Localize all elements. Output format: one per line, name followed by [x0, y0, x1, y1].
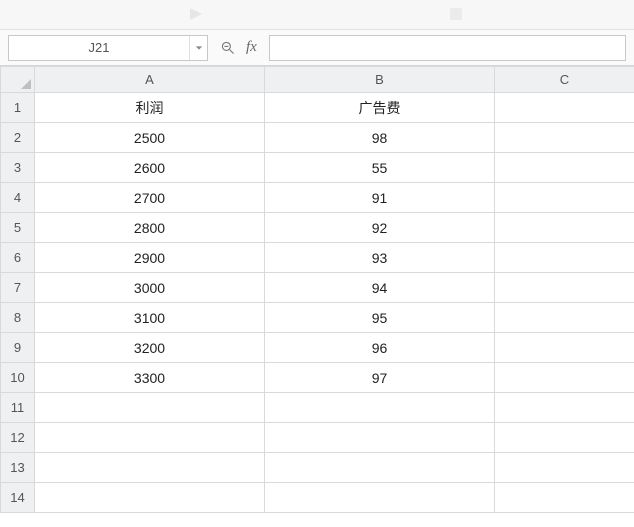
- cell-A10[interactable]: 3300: [35, 363, 265, 393]
- row-header[interactable]: 3: [1, 153, 35, 183]
- row-header[interactable]: 2: [1, 123, 35, 153]
- table-row: 7 3000 94: [1, 273, 634, 303]
- cell-C8[interactable]: [495, 303, 634, 333]
- cell-C5[interactable]: [495, 213, 634, 243]
- cell-B14[interactable]: [265, 483, 495, 513]
- row-header[interactable]: 5: [1, 213, 35, 243]
- cell-B9[interactable]: 96: [265, 333, 495, 363]
- row-header[interactable]: 8: [1, 303, 35, 333]
- cell-A6[interactable]: 2900: [35, 243, 265, 273]
- col-header-C[interactable]: C: [495, 67, 634, 93]
- table-row: 10 3300 97: [1, 363, 634, 393]
- name-box-dropdown[interactable]: [189, 36, 207, 60]
- formula-bar: J21 fx: [0, 30, 634, 66]
- cell-A8[interactable]: 3100: [35, 303, 265, 333]
- cell-C6[interactable]: [495, 243, 634, 273]
- cell-B3[interactable]: 55: [265, 153, 495, 183]
- cell-C10[interactable]: [495, 363, 634, 393]
- cell-A5[interactable]: 2800: [35, 213, 265, 243]
- row-header[interactable]: 4: [1, 183, 35, 213]
- cell-A4[interactable]: 2700: [35, 183, 265, 213]
- cell-B5[interactable]: 92: [265, 213, 495, 243]
- cell-A7[interactable]: 3000: [35, 273, 265, 303]
- cell-B2[interactable]: 98: [265, 123, 495, 153]
- row-header[interactable]: 13: [1, 453, 35, 483]
- cell-B1[interactable]: 广告费: [265, 93, 495, 123]
- cell-C11[interactable]: [495, 393, 634, 423]
- cell-A9[interactable]: 3200: [35, 333, 265, 363]
- cell-A14[interactable]: [35, 483, 265, 513]
- ribbon-stub-icon: [450, 8, 462, 20]
- formula-tools: fx: [220, 39, 257, 56]
- row-header[interactable]: 1: [1, 93, 35, 123]
- row-header[interactable]: 12: [1, 423, 35, 453]
- row-header[interactable]: 11: [1, 393, 35, 423]
- table-row: 14: [1, 483, 634, 513]
- table-row: 5 2800 92: [1, 213, 634, 243]
- fx-label[interactable]: fx: [246, 39, 257, 56]
- cell-B11[interactable]: [265, 393, 495, 423]
- table-row: 9 3200 96: [1, 333, 634, 363]
- table-row: 6 2900 93: [1, 243, 634, 273]
- select-all-corner[interactable]: [1, 67, 35, 93]
- ribbon-stub-icon: [190, 8, 202, 20]
- table-row: 2 2500 98: [1, 123, 634, 153]
- ribbon-strip: [0, 0, 634, 30]
- cell-B8[interactable]: 95: [265, 303, 495, 333]
- row-header[interactable]: 14: [1, 483, 35, 513]
- table-row: 11: [1, 393, 634, 423]
- row-header[interactable]: 10: [1, 363, 35, 393]
- table-row: 4 2700 91: [1, 183, 634, 213]
- table-row: 13: [1, 453, 634, 483]
- chevron-down-icon: [195, 44, 203, 52]
- cell-C14[interactable]: [495, 483, 634, 513]
- zoom-search-icon[interactable]: [220, 40, 236, 56]
- cell-C12[interactable]: [495, 423, 634, 453]
- cell-A2[interactable]: 2500: [35, 123, 265, 153]
- cell-A11[interactable]: [35, 393, 265, 423]
- spreadsheet-grid[interactable]: A B C 1 利润 广告费 2 2500 98 3 2600 55: [0, 66, 634, 513]
- cell-C9[interactable]: [495, 333, 634, 363]
- cell-A12[interactable]: [35, 423, 265, 453]
- table-row: 8 3100 95: [1, 303, 634, 333]
- cell-A3[interactable]: 2600: [35, 153, 265, 183]
- cell-B4[interactable]: 91: [265, 183, 495, 213]
- cell-A13[interactable]: [35, 453, 265, 483]
- formula-input[interactable]: [269, 35, 626, 61]
- col-header-A[interactable]: A: [35, 67, 265, 93]
- cell-A1[interactable]: 利润: [35, 93, 265, 123]
- row-header[interactable]: 6: [1, 243, 35, 273]
- cell-C4[interactable]: [495, 183, 634, 213]
- row-header[interactable]: 7: [1, 273, 35, 303]
- name-box-value: J21: [9, 40, 189, 55]
- cell-C13[interactable]: [495, 453, 634, 483]
- cell-B6[interactable]: 93: [265, 243, 495, 273]
- cell-B13[interactable]: [265, 453, 495, 483]
- cell-B12[interactable]: [265, 423, 495, 453]
- col-header-B[interactable]: B: [265, 67, 495, 93]
- table-row: 3 2600 55: [1, 153, 634, 183]
- row-header[interactable]: 9: [1, 333, 35, 363]
- cell-C1[interactable]: [495, 93, 634, 123]
- name-box[interactable]: J21: [8, 35, 208, 61]
- table-row: 1 利润 广告费: [1, 93, 634, 123]
- cell-B10[interactable]: 97: [265, 363, 495, 393]
- cell-B7[interactable]: 94: [265, 273, 495, 303]
- table-row: 12: [1, 423, 634, 453]
- cell-C7[interactable]: [495, 273, 634, 303]
- cell-C3[interactable]: [495, 153, 634, 183]
- cell-C2[interactable]: [495, 123, 634, 153]
